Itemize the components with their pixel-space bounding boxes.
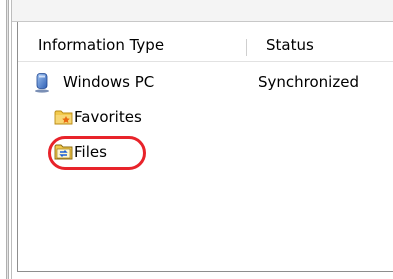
tree-item-label: Windows PC [63, 73, 155, 91]
sync-window: Information Type Status Windows PC Synch… [0, 0, 393, 279]
tree-row-windows-pc[interactable]: Windows PC Synchronized [18, 69, 393, 95]
tree-item-label: Favorites [74, 108, 142, 126]
column-header-status[interactable]: Status [246, 30, 393, 61]
computer-icon [34, 73, 52, 93]
tree-row-favorites[interactable]: Favorites [18, 104, 393, 130]
window-left-edge [0, 0, 12, 279]
column-header-information-type[interactable]: Information Type [18, 30, 244, 61]
status-text: Synchronized [258, 73, 359, 91]
window-border [6, 0, 9, 279]
favorites-folder-icon [54, 108, 73, 126]
information-list[interactable]: Information Type Status Windows PC Synch… [17, 22, 393, 272]
column-header-row: Information Type Status [18, 30, 393, 62]
highlight-ring [48, 136, 146, 170]
toolbar-area [12, 0, 393, 22]
